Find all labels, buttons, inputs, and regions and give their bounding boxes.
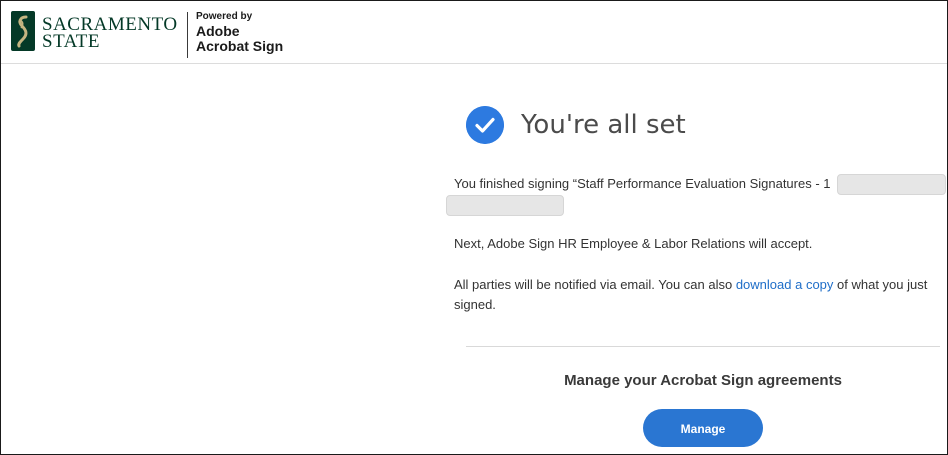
powered-by-label: Powered by (196, 11, 253, 22)
notification-text-line2: signed. (454, 297, 496, 312)
product-name-line1: Adobe (196, 23, 240, 39)
powered-by-block: Powered by Adobe Acrobat Sign (196, 9, 283, 54)
page-title: You're all set (521, 110, 686, 140)
product-name-line2: Acrobat Sign (196, 38, 284, 54)
notification-suffix: of what you just (833, 277, 928, 292)
page-frame: SACRAMENTO STATE Powered by Adobe Acroba… (0, 0, 948, 455)
header-bar: SACRAMENTO STATE Powered by Adobe Acroba… (1, 1, 947, 64)
section-divider (466, 346, 940, 347)
header-divider (187, 12, 188, 58)
manage-button[interactable]: Manage (643, 409, 763, 447)
next-step-text: Next, Adobe Sign HR Employee & Labor Rel… (454, 236, 813, 251)
notification-text: All parties will be notified via email. … (454, 275, 927, 295)
redacted-block (837, 174, 946, 195)
redacted-block (446, 195, 564, 216)
check-circle-icon (466, 106, 504, 144)
org-name-line2: STATE (42, 31, 100, 52)
org-name: SACRAMENTO STATE (42, 15, 178, 52)
finished-signing-text: You finished signing “Staff Performance … (454, 176, 831, 191)
download-copy-link[interactable]: download a copy (736, 277, 834, 292)
sac-state-logo-icon (11, 11, 35, 51)
notification-prefix: All parties will be notified via email. … (454, 277, 736, 292)
manage-heading: Manage your Acrobat Sign agreements (564, 372, 842, 389)
